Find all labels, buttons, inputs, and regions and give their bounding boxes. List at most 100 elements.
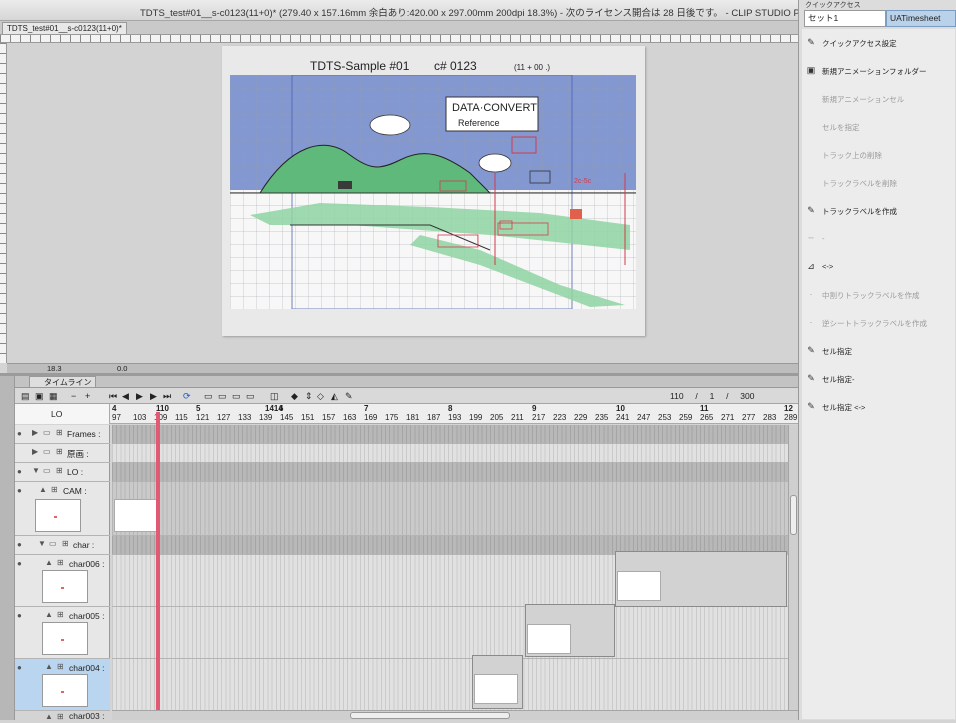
onion-skin-icon[interactable]: ◫	[270, 391, 279, 402]
quick-access-item[interactable]: ✎ セル指定	[802, 337, 955, 363]
eye-icon[interactable]: ●	[17, 611, 22, 620]
quick-access-item[interactable]: ✎ トラックラベルを作成	[802, 197, 955, 223]
collapse-arrow-icon[interactable]: ▼	[32, 466, 40, 475]
quick-access-item[interactable]: ⊿ <->	[802, 253, 955, 279]
layer-row-lo[interactable]: ● ▼ ▭ ⊞ LO :	[15, 463, 110, 482]
add-icon[interactable]: ⊞	[62, 539, 69, 548]
quick-access-label: トラックラベルを削除	[822, 179, 897, 188]
track-row[interactable]	[112, 604, 788, 659]
quick-access-item[interactable]: トラックラベルを削除	[802, 169, 955, 195]
edit-timeline-icon[interactable]: ▣	[35, 391, 44, 402]
sheet-selector[interactable]: UATimesheet	[886, 10, 956, 27]
collapse-arrow-icon[interactable]: ▼	[38, 539, 46, 548]
dot-icon: ·	[809, 317, 813, 327]
track-row[interactable]	[112, 425, 788, 444]
layer-row-genga[interactable]: ▶ ▭ ⊞ 原画 :	[15, 444, 110, 463]
window-title: TDTS_test#01__s-c0123(11+0)* (279.40 x 1…	[140, 8, 821, 19]
zoom-level[interactable]: 18.3	[47, 364, 62, 373]
track-row[interactable]	[112, 444, 788, 463]
document-tab-bar: TDTS_test#01__s-c0123(11+0)*	[0, 21, 798, 35]
previous-frame-icon[interactable]: ◀	[122, 391, 129, 402]
document-tab[interactable]: TDTS_test#01__s-c0123(11+0)*	[2, 22, 127, 34]
timeline-tracks[interactable]	[112, 425, 788, 710]
quick-access-label: 新規アニメーションセル	[822, 95, 905, 104]
layer-row-frames[interactable]: ● ▶ ▭ ⊞ Frames :	[15, 425, 110, 444]
quick-access-item[interactable]: ▣ 新規アニメーションフォルダー	[802, 57, 955, 83]
quick-access-item[interactable]: · 逆シートトラックラベルを作成	[802, 309, 955, 335]
canvas-area[interactable]: TDTS-Sample #01 c# 0123 (11 + 00 .) DATA…	[7, 43, 798, 363]
eye-icon[interactable]: ●	[17, 663, 22, 672]
keyframe-nav-icon[interactable]: ⇕	[305, 391, 313, 402]
layer-row-char003[interactable]: ▲ ⊞ char003 :	[15, 709, 110, 723]
quick-access-item[interactable]: セルを指定	[802, 113, 955, 139]
track-row[interactable]	[112, 463, 788, 482]
frame-number: 199	[469, 413, 483, 422]
cel-thumbnail[interactable]	[474, 674, 518, 704]
track-row[interactable]	[112, 655, 788, 710]
track-row[interactable]	[112, 482, 788, 536]
keyframe-icon[interactable]: ◆	[291, 391, 298, 402]
frame-status: 110 / 1 / 300	[670, 391, 754, 401]
new-animation-folder-icon[interactable]: ▭	[204, 391, 213, 402]
play-icon[interactable]: ▶	[136, 391, 143, 402]
eye-icon[interactable]: ●	[17, 429, 22, 438]
first-frame-icon[interactable]: ⏮	[109, 391, 117, 402]
playhead-line[interactable]	[156, 425, 160, 710]
frame-ruler[interactable]: LO 4 110 5 1414 6 7 8 9 10 11 12 97 103 10…	[15, 404, 798, 424]
quick-access-item[interactable]: ✎ クイックアクセス設定	[802, 29, 955, 55]
add-icon[interactable]: ⊞	[57, 610, 64, 619]
quick-access-item[interactable]: 新規アニメーションセル	[802, 85, 955, 111]
zoom-in-icon[interactable]: +	[85, 391, 90, 401]
layer-thumbnail	[42, 622, 88, 655]
pencil-icon[interactable]: ✎	[345, 391, 353, 402]
tab-quick-access[interactable]: クイックアクセス	[805, 0, 861, 9]
rotation-angle[interactable]: 0.0	[117, 364, 127, 373]
timeline-horizontal-scrollbar[interactable]	[112, 710, 798, 720]
add-icon[interactable]: ⊞	[57, 662, 64, 671]
cel-thumbnail-icon[interactable]: ▭	[246, 391, 255, 402]
layer-row-cam[interactable]: ● ▲ ⊞ CAM :	[15, 482, 110, 536]
quick-access-item[interactable]: ✎ セル指定-	[802, 365, 955, 391]
specify-cel-icon[interactable]: ▭	[232, 391, 241, 402]
interpolation-icon[interactable]: ◇	[317, 391, 324, 402]
loop-icon[interactable]: ⟳	[183, 391, 191, 402]
timeline-settings-icon[interactable]: ▦	[49, 391, 58, 402]
tab-timeline[interactable]: タイムライン	[29, 376, 97, 388]
cel-thumbnail[interactable]	[114, 499, 158, 532]
eye-icon[interactable]: ●	[17, 559, 22, 568]
eye-icon[interactable]: ●	[17, 486, 22, 495]
layer-selector[interactable]: LO	[15, 404, 110, 424]
quick-access-item[interactable]: ┄ -	[802, 225, 955, 251]
zoom-out-icon[interactable]: −	[71, 391, 76, 401]
timeline-vertical-scrollbar[interactable]	[788, 425, 798, 710]
expand-arrow-icon[interactable]: ▶	[32, 447, 38, 456]
last-frame-icon[interactable]: ⏭	[163, 391, 171, 402]
add-icon[interactable]: ⊞	[56, 466, 63, 475]
new-timeline-icon[interactable]: ▤	[21, 391, 30, 402]
scrollbar-thumb[interactable]	[790, 495, 797, 535]
scrollbar-thumb[interactable]	[350, 712, 510, 719]
cel-thumbnail[interactable]	[617, 571, 661, 601]
new-cel-icon[interactable]: ▭	[218, 391, 227, 402]
quick-access-item[interactable]: ✎ セル指定 <->	[802, 393, 955, 419]
graph-editor-icon[interactable]: ◭	[331, 391, 338, 402]
add-icon[interactable]: ⊞	[56, 428, 63, 437]
canvas-paper[interactable]: TDTS-Sample #01 c# 0123 (11 + 00 .) DATA…	[222, 46, 645, 336]
quick-access-item[interactable]: · 中割りトラックラベルを作成	[802, 281, 955, 307]
add-icon[interactable]: ⊞	[51, 485, 58, 494]
playhead-marker[interactable]	[156, 412, 160, 425]
add-icon[interactable]: ⊞	[57, 558, 64, 567]
track-row[interactable]	[112, 551, 788, 607]
layer-row-char[interactable]: ● ▼ ▭ ⊞ char :	[15, 536, 110, 555]
eye-icon[interactable]: ●	[17, 467, 22, 476]
layer-row-char006[interactable]: ● ▲ ⊞ char006 :	[15, 555, 110, 607]
eye-icon[interactable]: ●	[17, 540, 22, 549]
expand-arrow-icon[interactable]: ▶	[32, 428, 38, 437]
layer-row-char005[interactable]: ● ▲ ⊞ char005 :	[15, 607, 110, 659]
set-selector[interactable]: セット1	[804, 10, 886, 27]
add-icon[interactable]: ⊞	[56, 447, 63, 456]
next-frame-icon[interactable]: ▶	[150, 391, 157, 402]
quick-access-item[interactable]: トラック上の削除	[802, 141, 955, 167]
cel-thumbnail[interactable]	[527, 624, 571, 654]
layer-row-char004[interactable]: ● ▲ ⊞ char004 :	[15, 659, 110, 711]
